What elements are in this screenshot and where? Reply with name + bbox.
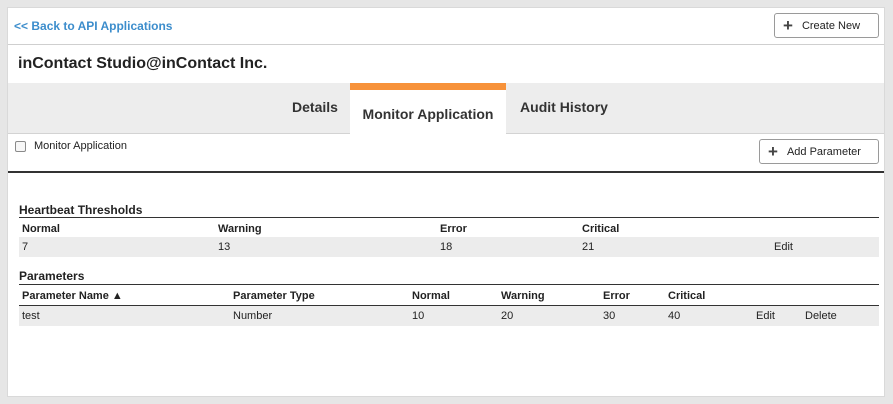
edit-heartbeat-link[interactable]: Edit	[774, 241, 793, 253]
create-new-button[interactable]: + Create New	[774, 13, 879, 38]
table-row: test Number 10 20 30 40 Edit Delete	[19, 306, 879, 326]
main-panel: << Back to API Applications + Create New…	[7, 7, 885, 397]
warning-value: 20	[501, 310, 514, 322]
top-bar: << Back to API Applications + Create New	[8, 8, 884, 45]
delete-parameter-link[interactable]: Delete	[805, 310, 837, 322]
edit-parameter-link[interactable]: Edit	[756, 310, 775, 322]
table-header: Parameter Name ▲ Parameter Type Normal Wa…	[19, 284, 879, 306]
table-row: 7 13 18 21 Edit	[19, 237, 879, 257]
column-header-error: Error	[440, 223, 467, 235]
parameter-name: test	[22, 310, 40, 322]
column-header-error: Error	[603, 290, 630, 302]
monitor-application-checkbox[interactable]	[15, 140, 26, 152]
tab-details[interactable]: Details	[280, 81, 350, 132]
plus-icon: +	[783, 16, 793, 35]
column-header-normal: Normal	[412, 290, 450, 302]
monitor-application-label: Monitor Application	[34, 140, 127, 152]
add-parameter-label: Add Parameter	[786, 145, 861, 158]
error-value: 18	[440, 241, 453, 253]
column-header-parameter-type: Parameter Type	[233, 290, 315, 302]
column-header-warning: Warning	[501, 290, 545, 302]
normal-value: 10	[412, 310, 425, 322]
column-header-critical: Critical	[668, 290, 706, 302]
parameter-type: Number	[233, 310, 273, 322]
table-header: Normal Warning Error Critical	[19, 217, 879, 237]
parameters-table: Parameter Name ▲ Parameter Type Normal Wa…	[19, 284, 879, 326]
heartbeat-thresholds-title: Heartbeat Thresholds	[19, 203, 143, 217]
heartbeat-thresholds-table: Normal Warning Error Critical 7 13 18 21…	[19, 217, 879, 257]
column-header-warning: Warning	[218, 223, 262, 235]
column-header-critical: Critical	[582, 223, 620, 235]
parameters-title: Parameters	[19, 269, 85, 283]
tab-monitor-application[interactable]: Monitor Application	[350, 83, 506, 135]
error-value: 30	[603, 310, 616, 322]
section-divider	[8, 171, 884, 173]
normal-value: 7	[22, 241, 29, 253]
plus-icon: +	[768, 142, 778, 161]
critical-value: 21	[582, 241, 595, 253]
back-to-api-applications-link[interactable]: << Back to API Applications	[14, 19, 172, 33]
tab-audit-history[interactable]: Audit History	[508, 81, 620, 132]
sort-ascending-icon: ▲	[111, 290, 123, 302]
create-new-label: Create New	[801, 19, 861, 32]
column-header-parameter-name[interactable]: Parameter Name ▲	[22, 290, 123, 302]
monitor-application-toggle: Monitor Application	[15, 140, 127, 152]
add-parameter-button[interactable]: + Add Parameter	[759, 139, 879, 164]
column-header-normal: Normal	[22, 223, 60, 235]
critical-value: 40	[668, 310, 681, 322]
page-title: inContact Studio@inContact Inc.	[18, 55, 268, 72]
column-header-label: Parameter Name	[22, 290, 109, 302]
tab-bar: Details Monitor Application Audit Histor…	[8, 81, 884, 135]
warning-value: 13	[218, 241, 231, 253]
